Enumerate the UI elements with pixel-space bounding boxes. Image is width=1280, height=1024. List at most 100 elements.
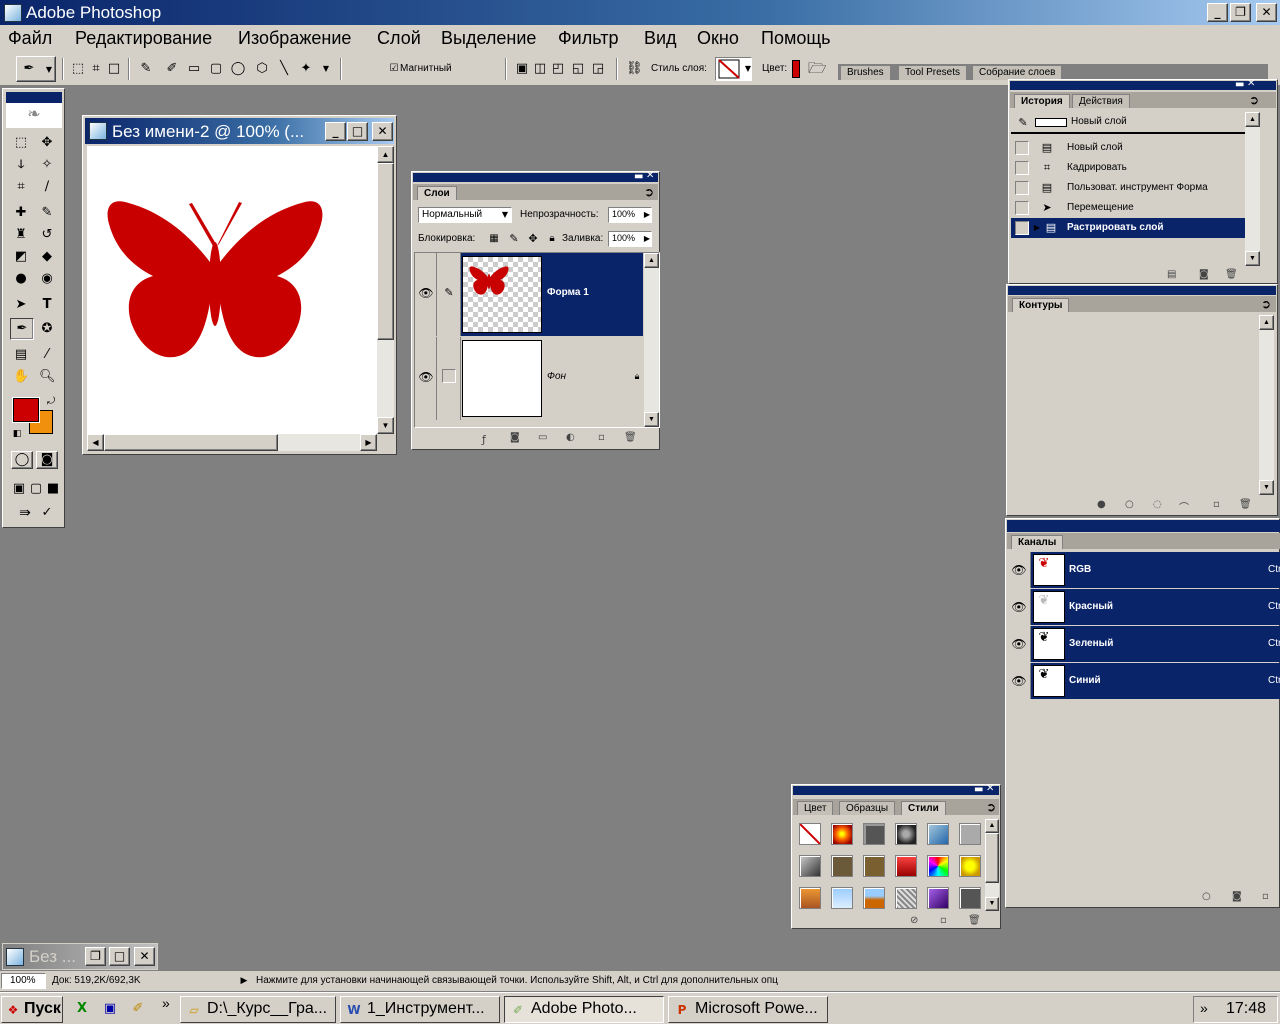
lock-all-icon[interactable]: 🔒︎ (544, 231, 560, 247)
channel-row[interactable]: 👁︎ ❦ RGB Ctr (1007, 552, 1280, 588)
history-item[interactable]: ➤ Перемещение (1011, 198, 1245, 218)
scroll-up-button[interactable]: ▲ (644, 253, 659, 268)
lasso-tool-icon[interactable]: ↆ (13, 157, 29, 173)
channel-visibility[interactable]: 👁︎ (1007, 589, 1031, 625)
restore-button[interactable]: ❐ (1230, 3, 1251, 22)
custom-shape-icon[interactable]: ✦ (298, 61, 314, 77)
start-button[interactable]: ❖ Пуск (1, 996, 63, 1023)
history-checkbox[interactable] (1015, 141, 1029, 155)
history-brush-icon[interactable]: ↺ (39, 227, 55, 243)
style-swatch[interactable] (863, 855, 885, 877)
paths-vscrollbar[interactable]: ▲ ▼ (1259, 315, 1274, 495)
fill-input[interactable]: 100% ▶ (608, 231, 652, 247)
channel-visibility[interactable]: 👁︎ (1007, 626, 1031, 662)
trash-icon[interactable]: 🗑︎ (968, 915, 981, 926)
clone-stamp-icon[interactable]: ♜ (13, 227, 29, 243)
new-channel-icon[interactable]: ▫ (1262, 891, 1269, 902)
lock-pixels-icon[interactable]: ✎ (506, 231, 522, 247)
layers-vscrollbar[interactable]: ▲ ▼ (644, 253, 659, 427)
pen-tool-button[interactable]: ✒ (10, 318, 34, 340)
polygon-icon[interactable]: ⬡ (254, 61, 270, 77)
doc-maximize-button[interactable]: □ (347, 122, 368, 141)
swap-colors-icon[interactable]: ⤾ (43, 394, 59, 410)
trash-icon[interactable]: 🗑︎ (1225, 269, 1238, 280)
color-swatch[interactable] (792, 60, 800, 78)
default-colors-icon[interactable]: ◧ (9, 426, 25, 442)
combine-subtract-icon[interactable]: ◰ (550, 61, 566, 77)
palette-minimize-icon[interactable]: ▬ (1235, 79, 1244, 90)
brush-tool-icon[interactable]: ✎ (39, 205, 55, 221)
new-style-icon[interactable]: ▫ (940, 915, 947, 926)
link-icon[interactable]: ⛓ (626, 61, 643, 77)
menu-window[interactable]: Окно (697, 28, 739, 49)
palette-menu-icon[interactable]: ➲ (1246, 92, 1262, 108)
channel-row[interactable]: 👁︎ ❦ Синий Ctr (1007, 663, 1280, 699)
style-swatch[interactable] (831, 823, 853, 845)
layer-row[interactable]: 👁︎ Фон 🔒︎ (415, 337, 643, 420)
style-swatch[interactable] (895, 823, 917, 845)
scroll-left-button[interactable]: ◀ (87, 434, 104, 451)
freeform-pen-icon[interactable]: ✐ (164, 61, 180, 77)
hand-tool-icon[interactable]: ✋ (13, 369, 29, 385)
palette-menu-icon[interactable]: ➲ (983, 799, 999, 815)
new-snapshot-icon[interactable]: ◙ (1199, 269, 1209, 280)
tab-color[interactable]: Цвет (797, 801, 834, 815)
minimized-document[interactable]: Без ... ❐ □ ✕ (2, 943, 158, 970)
style-swatch[interactable] (895, 855, 917, 877)
history-snapshot-row[interactable]: ✎ Новый слой (1011, 112, 1245, 134)
palette-minimize-icon[interactable]: ▬ (974, 784, 983, 795)
history-checkbox[interactable] (1015, 201, 1029, 215)
style-swatch[interactable] (959, 855, 981, 877)
styles-palette-titlebar[interactable] (793, 786, 999, 795)
style-swatch[interactable] (799, 855, 821, 877)
screen-mode-standard-icon[interactable]: ▣ (11, 481, 27, 497)
minimize-button[interactable]: _ (1207, 3, 1228, 22)
scroll-thumb[interactable] (377, 163, 394, 340)
history-checkbox[interactable] (1015, 221, 1029, 235)
shape-tool-icon[interactable]: ✪ (39, 321, 55, 337)
well-tab-brushes[interactable]: Brushes (840, 65, 891, 80)
well-tab-tool-presets[interactable]: Tool Presets (898, 65, 968, 80)
opacity-input[interactable]: 100% ▶ (608, 207, 652, 223)
screen-mode-full-menu-icon[interactable]: ▢ (28, 481, 44, 497)
taskbar-item-photoshop[interactable]: ✐ Adobe Photo... (504, 996, 664, 1023)
path-select-icon[interactable]: ➤ (13, 297, 29, 313)
history-item[interactable]: ▤ Пользоват. инструмент Форма (1011, 178, 1245, 198)
menu-layer[interactable]: Слой (377, 28, 421, 49)
ellipse-icon[interactable]: ◯ (230, 61, 246, 77)
style-swatch[interactable] (959, 887, 981, 909)
menu-image[interactable]: Изображение (238, 28, 351, 49)
palette-minimize-icon[interactable]: ▬ (634, 171, 643, 182)
healing-brush-icon[interactable]: ✚ (13, 205, 29, 221)
style-swatch[interactable] (959, 823, 981, 845)
quicklaunch-chevron[interactable]: » (162, 995, 170, 1011)
layer-row[interactable]: 👁︎ ✎ Форма 1 (415, 253, 643, 336)
layer-visibility[interactable]: 👁︎ (415, 253, 437, 336)
pen-icon[interactable]: ✎ (138, 61, 154, 77)
channel-row[interactable]: 👁︎ ❦ Красный Ctr (1007, 589, 1280, 625)
stroke-path-icon[interactable]: ○ (1125, 499, 1134, 510)
close-button[interactable]: ✕ (1256, 3, 1277, 22)
taskbar-item-explorer[interactable]: ▱ D:\_Курс__Гра... (180, 996, 336, 1023)
menu-file[interactable]: Файл (8, 28, 52, 49)
scroll-down-button[interactable]: ▼ (377, 417, 394, 434)
adjustment-layer-icon[interactable]: ◐ (566, 432, 575, 443)
style-swatch[interactable] (927, 855, 949, 877)
doc-minimize-button[interactable]: _ (325, 122, 346, 141)
history-vscrollbar[interactable]: ▲ ▼ (1245, 112, 1260, 266)
standard-mode-button[interactable]: ◯ (11, 451, 33, 469)
palette-menu-icon[interactable]: ➲ (1258, 296, 1274, 312)
lock-position-icon[interactable]: ✥ (525, 231, 541, 247)
taskbar-item-word[interactable]: W 1_Инструмент... (340, 996, 500, 1023)
menu-select[interactable]: Выделение (441, 28, 536, 49)
tab-actions[interactable]: Действия (1072, 94, 1130, 108)
menu-help[interactable]: Помощь (761, 28, 831, 49)
fill-path-icon[interactable]: ● (1097, 499, 1106, 510)
combine-exclude-icon[interactable]: ◲ (590, 61, 606, 77)
layer-mask-icon[interactable]: ◙ (510, 432, 520, 443)
jump-to-imageready-icon[interactable]: ⇛ (17, 505, 33, 521)
dodge-tool-icon[interactable]: ● (13, 271, 29, 287)
type-tool-icon[interactable]: T (39, 297, 55, 313)
scroll-right-button[interactable]: ▶ (360, 434, 377, 451)
tab-styles[interactable]: Стили (901, 801, 946, 815)
